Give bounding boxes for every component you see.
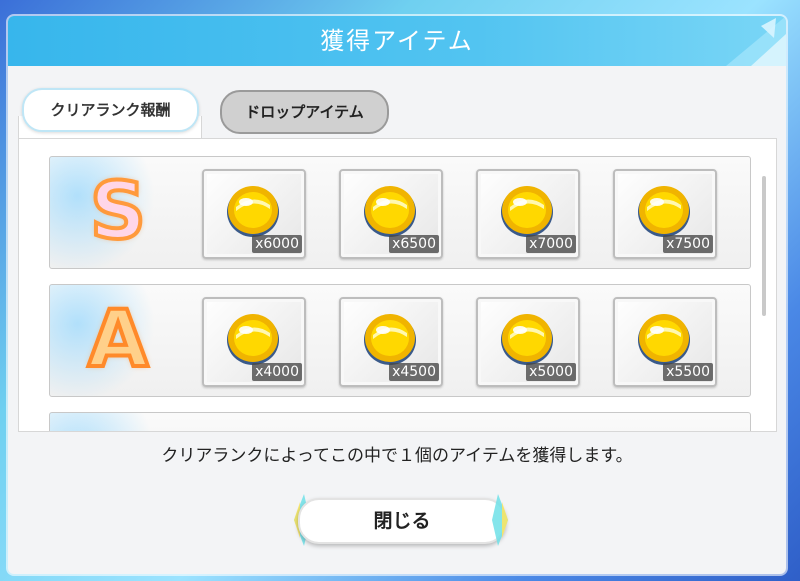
item-quantity: x4000 — [252, 363, 302, 381]
gold-coin-icon — [501, 186, 553, 237]
dialog-header: 獲得アイテム — [8, 16, 786, 66]
gold-coin-icon — [638, 314, 690, 365]
reward-info-message: クリアランクによってこの中で１個のアイテムを獲得します。 — [161, 446, 633, 466]
reward-item[interactable]: x4500 — [339, 297, 443, 387]
tab-drop-items[interactable]: ドロップアイテム — [220, 90, 389, 134]
gold-coin-icon — [638, 186, 690, 237]
gold-coin-icon — [227, 314, 279, 365]
gold-coin-icon — [501, 314, 553, 365]
reward-item[interactable]: x5000 — [476, 297, 580, 387]
item-quantity: x4500 — [389, 363, 439, 381]
gold-coin-icon — [364, 186, 416, 237]
rank-a-badge: A — [86, 295, 150, 385]
gold-coin-icon — [364, 314, 416, 365]
dialog-title: 獲得アイテム — [320, 27, 474, 55]
item-quantity: x5500 — [663, 363, 713, 381]
rank-s-badge: S — [88, 167, 148, 257]
rank-row-a: A x4000 x4500 x5000 x5500 — [49, 284, 751, 397]
reward-item[interactable]: x7500 — [613, 169, 717, 259]
close-button[interactable]: 閉じる — [290, 492, 512, 548]
reward-item[interactable]: x5500 — [613, 297, 717, 387]
item-quantity: x6500 — [389, 235, 439, 253]
rank-row-s: S x6000 x6500 x7000 x7500 — [49, 156, 751, 269]
list-scrollbar[interactable] — [762, 176, 766, 316]
item-quantity: x6000 — [252, 235, 302, 253]
tab-drop-items-label: ドロップアイテム — [245, 103, 364, 121]
reward-item[interactable]: x7000 — [476, 169, 580, 259]
reward-dialog: 獲得アイテム クリアランク報酬 ドロップアイテム S x6000 x6500 x… — [8, 16, 786, 574]
row-glow — [50, 413, 160, 431]
reward-list-panel[interactable]: S x6000 x6500 x7000 x7500 A x4000 x4500 … — [18, 138, 777, 432]
tab-clear-rank-reward-label: クリアランク報酬 — [50, 101, 171, 119]
reward-item[interactable]: x6500 — [339, 169, 443, 259]
item-quantity: x7000 — [526, 235, 576, 253]
tab-clear-rank-reward[interactable]: クリアランク報酬 — [22, 88, 199, 132]
item-quantity: x5000 — [526, 363, 576, 381]
reward-item[interactable]: x4000 — [202, 297, 306, 387]
reward-item[interactable]: x6000 — [202, 169, 306, 259]
gold-coin-icon — [227, 186, 279, 237]
rank-row-partial — [49, 412, 751, 431]
item-quantity: x7500 — [663, 235, 713, 253]
button-right-accent — [492, 494, 508, 546]
close-button-label: 閉じる — [298, 498, 506, 544]
header-crystal-decoration — [726, 16, 786, 66]
